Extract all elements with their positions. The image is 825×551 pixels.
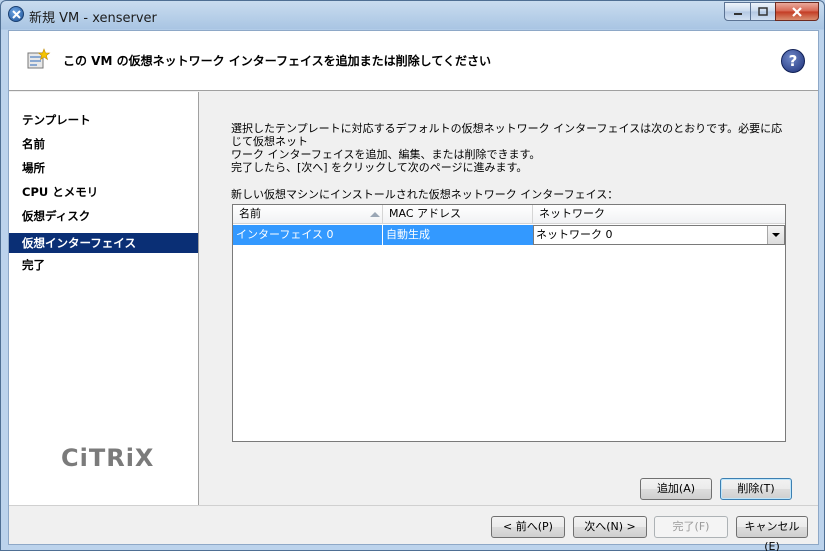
citrix-logo: CiTRiX — [61, 444, 155, 472]
wizard-window: 新規 VM - xenserver この VM の仮想ネットワーク インターフェ… — [0, 0, 825, 551]
wizard-footer: < 前へ(P) 次へ(N) > 完了(F) キャンセル(E) — [9, 505, 818, 551]
title-bar[interactable]: 新規 VM - xenserver — [1, 1, 824, 29]
back-button[interactable]: < 前へ(P) — [491, 516, 565, 538]
column-header-network[interactable]: ネットワーク — [533, 205, 785, 224]
chevron-down-icon — [772, 233, 780, 237]
nav-step-cpu-memory[interactable]: CPU とメモリ — [9, 182, 198, 202]
minimize-icon — [733, 12, 742, 15]
interfaces-grid[interactable]: 名前 MAC アドレス ネットワーク インターフェイス 0 自動生成 ネットワー… — [232, 204, 786, 442]
description-line-2: ワーク インターフェイスを追加、編集、または削除できます。 — [231, 148, 541, 161]
help-icon[interactable]: ? — [781, 49, 805, 73]
column-header-name[interactable]: 名前 — [233, 205, 383, 224]
window-title: 新規 VM - xenserver — [29, 11, 157, 26]
column-header-mac[interactable]: MAC アドレス — [383, 205, 533, 224]
cell-mac-address[interactable]: 自動生成 — [383, 225, 533, 245]
remove-interface-button[interactable]: 削除(T) — [720, 478, 792, 500]
table-row[interactable]: インターフェイス 0 自動生成 ネットワーク 0 — [233, 225, 785, 245]
client-area: この VM の仮想ネットワーク インターフェイスを追加または削除してください ?… — [8, 30, 819, 551]
column-header-name-label: 名前 — [239, 207, 261, 220]
maximize-icon — [758, 7, 768, 16]
column-header-network-label: ネットワーク — [539, 207, 605, 220]
wizard-header: この VM の仮想ネットワーク インターフェイスを追加または削除してください ? — [9, 31, 818, 91]
new-vm-wizard-icon — [25, 47, 51, 73]
xencenter-app-icon — [8, 6, 24, 22]
cancel-button[interactable]: キャンセル(E) — [736, 516, 808, 551]
maximize-button[interactable] — [750, 2, 776, 21]
network-select[interactable]: ネットワーク 0 — [533, 225, 785, 245]
network-dropdown-button[interactable] — [767, 226, 784, 244]
close-button[interactable] — [775, 2, 819, 21]
nav-step-virtual-disk[interactable]: 仮想ディスク — [9, 206, 198, 226]
next-button[interactable]: 次へ(N) > — [573, 516, 647, 538]
nav-step-name[interactable]: 名前 — [9, 134, 198, 154]
main-pane: 選択したテンプレートに対応するデフォルトの仮想ネットワーク インターフェイスは次… — [200, 92, 818, 505]
nav-step-finish[interactable]: 完了 — [9, 255, 198, 275]
description-line-1: 選択したテンプレートに対応するデフォルトの仮想ネットワーク インターフェイスは次… — [231, 122, 783, 148]
add-interface-button[interactable]: 追加(A) — [640, 478, 712, 500]
nav-step-location[interactable]: 場所 — [9, 158, 198, 178]
sort-ascending-icon — [370, 212, 380, 217]
nav-step-template[interactable]: テンプレート — [9, 110, 198, 130]
minimize-button[interactable] — [724, 2, 751, 21]
finish-button[interactable]: 完了(F) — [654, 516, 728, 538]
description-text: 選択したテンプレートに対応するデフォルトの仮想ネットワーク インターフェイスは次… — [231, 122, 791, 174]
column-header-mac-label: MAC アドレス — [389, 207, 461, 220]
network-select-value: ネットワーク 0 — [536, 228, 613, 241]
page-title: この VM の仮想ネットワーク インターフェイスを追加または削除してください — [63, 54, 491, 68]
cell-interface-name[interactable]: インターフェイス 0 — [233, 225, 383, 245]
interfaces-list-label: 新しい仮想マシンにインストールされた仮想ネットワーク インターフェイス： — [231, 188, 619, 201]
close-icon — [792, 6, 802, 17]
wizard-steps-nav: テンプレート 名前 場所 CPU とメモリ 仮想ディスク 仮想インターフェイス … — [9, 92, 199, 505]
nav-step-virtual-interface[interactable]: 仮想インターフェイス — [9, 233, 198, 253]
description-line-3: 完了したら、[次へ] をクリックして次のページに進みます。 — [231, 161, 528, 174]
